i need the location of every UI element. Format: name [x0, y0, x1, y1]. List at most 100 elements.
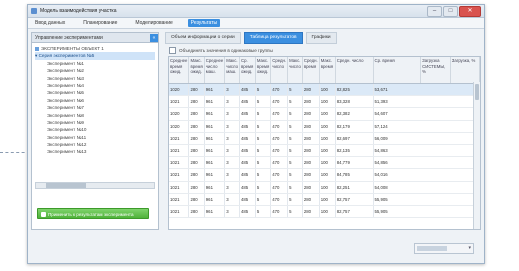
table-row[interactable]: 1021 280 961 3 485 5 470 5 280 100 82,757 55,905	[169, 193, 480, 206]
table-cell: 3	[224, 132, 240, 145]
table-row[interactable]: 1020 280 961 3 485 5 470 5 280 100 82,179 57,124	[169, 120, 480, 133]
column-header[interactable]: Макс. число	[287, 57, 303, 84]
table-cell: 5	[287, 144, 303, 158]
table-cell: 3	[224, 181, 240, 194]
menu-item-input[interactable]: Ввод данных	[32, 19, 68, 27]
table-cell: 961	[204, 156, 226, 170]
table-cell: 3	[224, 156, 240, 170]
tree-item-experiment[interactable]: Эксперимент №5	[35, 89, 155, 96]
column-header[interactable]: Средн. время	[302, 57, 320, 84]
group-values-option[interactable]: Объединять значения в одинаковые группы	[169, 47, 273, 54]
tree-item-experiment[interactable]: Эксперимент №9	[35, 119, 155, 126]
tab-charts[interactable]: Графики	[305, 32, 337, 44]
table-row[interactable]: 1021 280 961 3 485 5 470 5 280 100 83,328 51,393	[169, 95, 480, 109]
table-row[interactable]: 1020 280 961 3 485 5 470 5 280 100 82,382 54,607	[169, 107, 480, 121]
column-header[interactable]: Макс. время	[319, 57, 336, 84]
table-row[interactable]: 1021 280 961 3 485 5 470 5 280 100 84,785 54,016	[169, 168, 480, 182]
column-header[interactable]: Среднее число маш.	[204, 57, 226, 84]
table-cell: 54,016	[373, 168, 480, 182]
tab-series-info[interactable]: Объем информации о серии	[165, 32, 241, 44]
tree-item-experiment[interactable]: Эксперимент №11	[35, 134, 155, 141]
apply-results-label: Применить к результатам эксперимента	[48, 212, 134, 217]
column-header[interactable]: Среднее время ожид.	[169, 57, 190, 84]
tree-item-experiment[interactable]: Эксперимент №4	[35, 82, 155, 89]
scrollbar-thumb[interactable]	[475, 84, 479, 100]
table-cell: 485	[239, 156, 256, 170]
tree-item-experiment[interactable]: Эксперимент №13	[35, 148, 155, 155]
tree-item-experiment[interactable]: Эксперимент №2	[35, 67, 155, 74]
tab-results-table[interactable]: Таблица результатов	[243, 32, 303, 44]
table-row[interactable]: 1021 280 961 3 485 5 470 5 280 100 82,757 55,905	[169, 205, 480, 219]
tree-item-experiment[interactable]: Эксперимент №12	[35, 141, 155, 148]
table-row[interactable]: 1020 280 961 3 485 5 470 5 280 100 82,825 53,671	[169, 83, 480, 97]
table-cell: 3	[224, 168, 240, 182]
vertical-scrollbar[interactable]	[473, 82, 480, 229]
table-row[interactable]: 1021 280 961 3 485 5 470 5 280 100 82,697 56,009	[169, 132, 480, 145]
tree-item-experiment[interactable]: Эксперимент №7	[35, 104, 155, 111]
menu-item-modeling[interactable]: Моделирование	[132, 19, 175, 27]
table-cell: 5	[255, 83, 272, 97]
app-window: Модель взаимодействия участка – □ ✕ Ввод…	[27, 4, 485, 264]
table-row[interactable]: 1021 280 961 3 485 5 470 5 280 100 84,779 54,856	[169, 156, 480, 170]
tree-item-experiment[interactable]: Эксперимент №6	[35, 97, 155, 104]
table-cell: 280	[302, 83, 320, 97]
column-header[interactable]: Средн. число	[270, 57, 289, 84]
table-cell: 1020	[169, 83, 190, 97]
column-header[interactable]: Загрузка СИСТЕМЫ, %	[420, 57, 451, 84]
column-header[interactable]: Макс. время ожид.	[255, 57, 272, 84]
table-row[interactable]: 1021 280 961 3 485 5 470 5 280 100 82,135 54,863	[169, 144, 480, 158]
table-cell: 5	[255, 132, 272, 145]
tree-item-experiment[interactable]: Эксперимент №1	[35, 60, 155, 67]
table-cell: 1021	[169, 193, 190, 206]
table-cell: 961	[204, 107, 226, 121]
column-header[interactable]: Средн. число	[335, 57, 374, 84]
tree-group-item[interactable]: ▾ Серия экспериментов №5	[35, 52, 155, 60]
table-cell: 100	[319, 144, 336, 158]
minimize-button[interactable]: –	[427, 6, 442, 17]
tree-item-experiment[interactable]: Эксперимент №8	[35, 112, 155, 119]
table-row[interactable]: 1021 280 961 3 485 5 470 5 280 100 82,251 54,008	[169, 181, 480, 194]
table-cell: 280	[188, 107, 205, 121]
column-header[interactable]: Макс. время ожид.	[188, 57, 205, 84]
collapse-panel-button[interactable]: «	[150, 33, 158, 42]
table-cell: 485	[239, 132, 256, 145]
table-cell: 3	[224, 205, 240, 219]
table-cell: 280	[302, 95, 320, 109]
menu-item-results[interactable]: Результаты	[187, 19, 221, 27]
progress-fill	[417, 246, 447, 251]
maximize-button[interactable]: □	[443, 6, 458, 17]
column-header[interactable]: Ср. время	[373, 57, 422, 84]
table-cell: 5	[287, 107, 303, 121]
guide-dashed-line	[0, 152, 30, 153]
table-cell: 470	[270, 181, 289, 194]
table-cell: 100	[319, 156, 336, 170]
menu-item-planning[interactable]: Планирование	[80, 19, 120, 27]
progress-popup: ▾	[414, 243, 474, 254]
column-header[interactable]: Макс. число маш.	[224, 57, 240, 84]
dropdown-arrow-icon[interactable]: ▾	[468, 245, 471, 251]
panel-header: Управление экспериментами «	[32, 33, 158, 43]
tree-root-item[interactable]: ЭКСПЕРИМЕНТЫ ОБЪЕКТ 1	[35, 45, 155, 52]
column-header[interactable]: Загрузка, %	[450, 57, 480, 84]
table-cell: 485	[239, 205, 256, 219]
close-button[interactable]: ✕	[459, 6, 481, 17]
scrollbar-thumb[interactable]	[46, 183, 86, 188]
group-values-checkbox[interactable]	[169, 47, 176, 54]
column-header[interactable]: Ср. время ожид.	[239, 57, 256, 84]
table-cell: 470	[270, 156, 289, 170]
table-cell: 280	[302, 181, 320, 194]
table-cell: 55,905	[373, 205, 480, 219]
table-cell: 280	[188, 156, 205, 170]
table-cell: 5	[287, 193, 303, 206]
table-cell: 961	[204, 205, 226, 219]
table-cell: 5	[287, 181, 303, 194]
apply-results-button[interactable]: Применить к результатам эксперимента	[37, 208, 149, 219]
window-title: Модель взаимодействия участка	[40, 8, 117, 14]
menu-bar: Ввод данных Планирование Моделирование Р…	[28, 18, 484, 29]
table-cell: 82,825	[335, 83, 374, 97]
table-cell: 280	[188, 181, 205, 194]
tree-item-experiment[interactable]: Эксперимент №10	[35, 126, 155, 133]
table-cell: 54,607	[373, 107, 480, 121]
horizontal-scrollbar[interactable]	[35, 182, 155, 189]
tree-item-experiment[interactable]: Эксперимент №3	[35, 75, 155, 82]
